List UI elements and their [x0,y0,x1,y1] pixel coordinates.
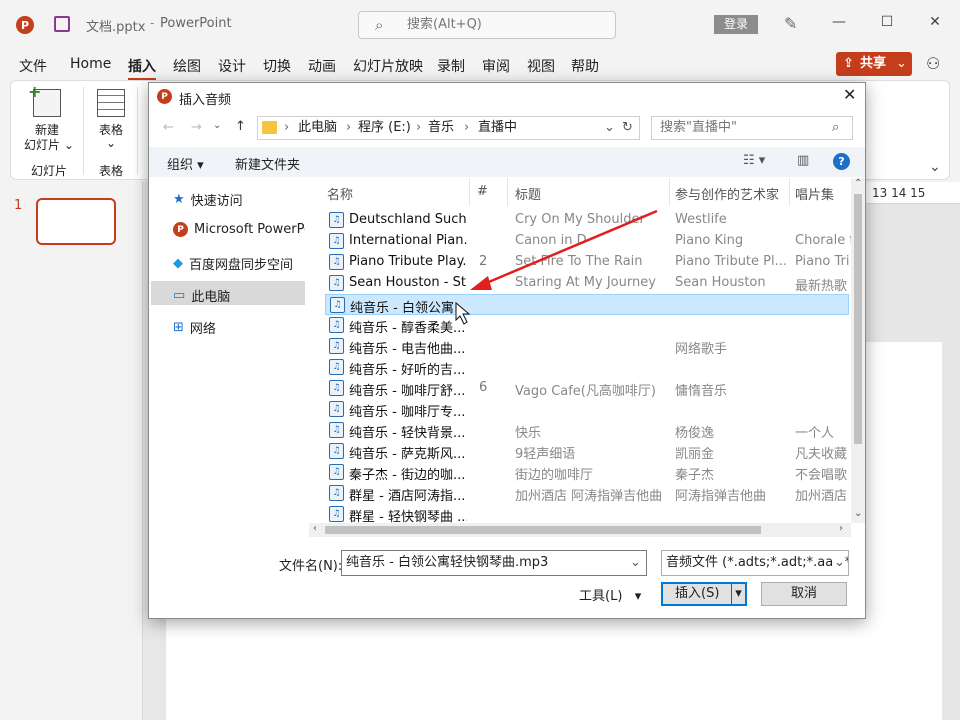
annotation-arrow [455,209,658,325]
mouse-cursor-icon [455,301,471,325]
